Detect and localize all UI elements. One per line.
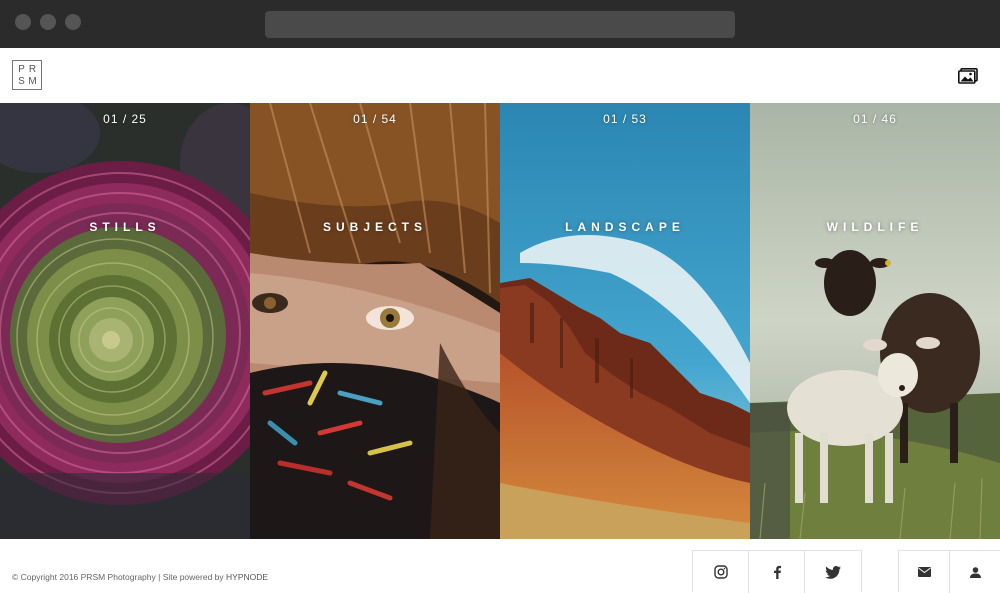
instagram-icon: [713, 565, 728, 579]
panel-counter: 01 / 53: [603, 112, 647, 126]
landscape-photo: [500, 103, 750, 539]
panel-title: LANDSCAPE: [565, 220, 685, 234]
wildlife-photo: [750, 103, 1000, 539]
panel-counter: 01 / 25: [103, 112, 147, 126]
panel-title: STILLS: [89, 220, 161, 234]
logo-letter-r: R: [28, 63, 37, 75]
panel-subjects[interactable]: 01 / 54 SUBJECTS: [250, 103, 500, 539]
mail-button[interactable]: [899, 551, 950, 593]
panel-landscape[interactable]: 01 / 53 LANDSCAPE: [500, 103, 750, 539]
panel-counter: 01 / 46: [853, 112, 897, 126]
window-maximize-dot[interactable]: [65, 14, 81, 30]
site-header: P R S M: [0, 48, 1000, 103]
logo-letter-s: S: [18, 75, 25, 87]
gallery-icon[interactable]: [958, 68, 978, 84]
prsm-logo[interactable]: P R S M: [12, 60, 42, 90]
user-icon: [970, 566, 981, 578]
copyright-text: © Copyright 2016 PRSM Photography | Site…: [12, 572, 268, 582]
facebook-button[interactable]: [749, 551, 805, 593]
twitter-button[interactable]: [805, 551, 861, 593]
social-links: [692, 550, 862, 593]
hypnode-link[interactable]: HYPNODE: [226, 572, 268, 582]
logo-letter-m: M: [28, 75, 37, 87]
category-panels: 01 / 25 STILLS 01 / 54 SUBJECTS 01 / 53 …: [0, 103, 1000, 539]
site-footer: © Copyright 2016 PRSM Photography | Site…: [0, 539, 1000, 593]
mail-icon: [917, 567, 931, 577]
stills-photo: [0, 103, 250, 539]
facebook-icon: [773, 565, 781, 579]
contact-links: [898, 550, 1000, 593]
panel-stills[interactable]: 01 / 25 STILLS: [0, 103, 250, 539]
window-minimize-dot[interactable]: [40, 14, 56, 30]
browser-chrome: [0, 0, 1000, 48]
panel-title: WILDLIFE: [826, 220, 924, 234]
window-close-dot[interactable]: [15, 14, 31, 30]
address-bar[interactable]: [265, 11, 735, 38]
twitter-icon: [825, 565, 841, 579]
panel-title: SUBJECTS: [322, 220, 427, 234]
logo-letter-p: P: [18, 63, 25, 75]
instagram-button[interactable]: [693, 551, 749, 593]
panel-wildlife[interactable]: 01 / 46 WILDLIFE: [750, 103, 1000, 539]
account-button[interactable]: [950, 551, 1000, 593]
panel-counter: 01 / 54: [353, 112, 397, 126]
copyright-label: © Copyright 2016 PRSM Photography | Site…: [12, 572, 227, 582]
subjects-photo: [250, 103, 500, 539]
